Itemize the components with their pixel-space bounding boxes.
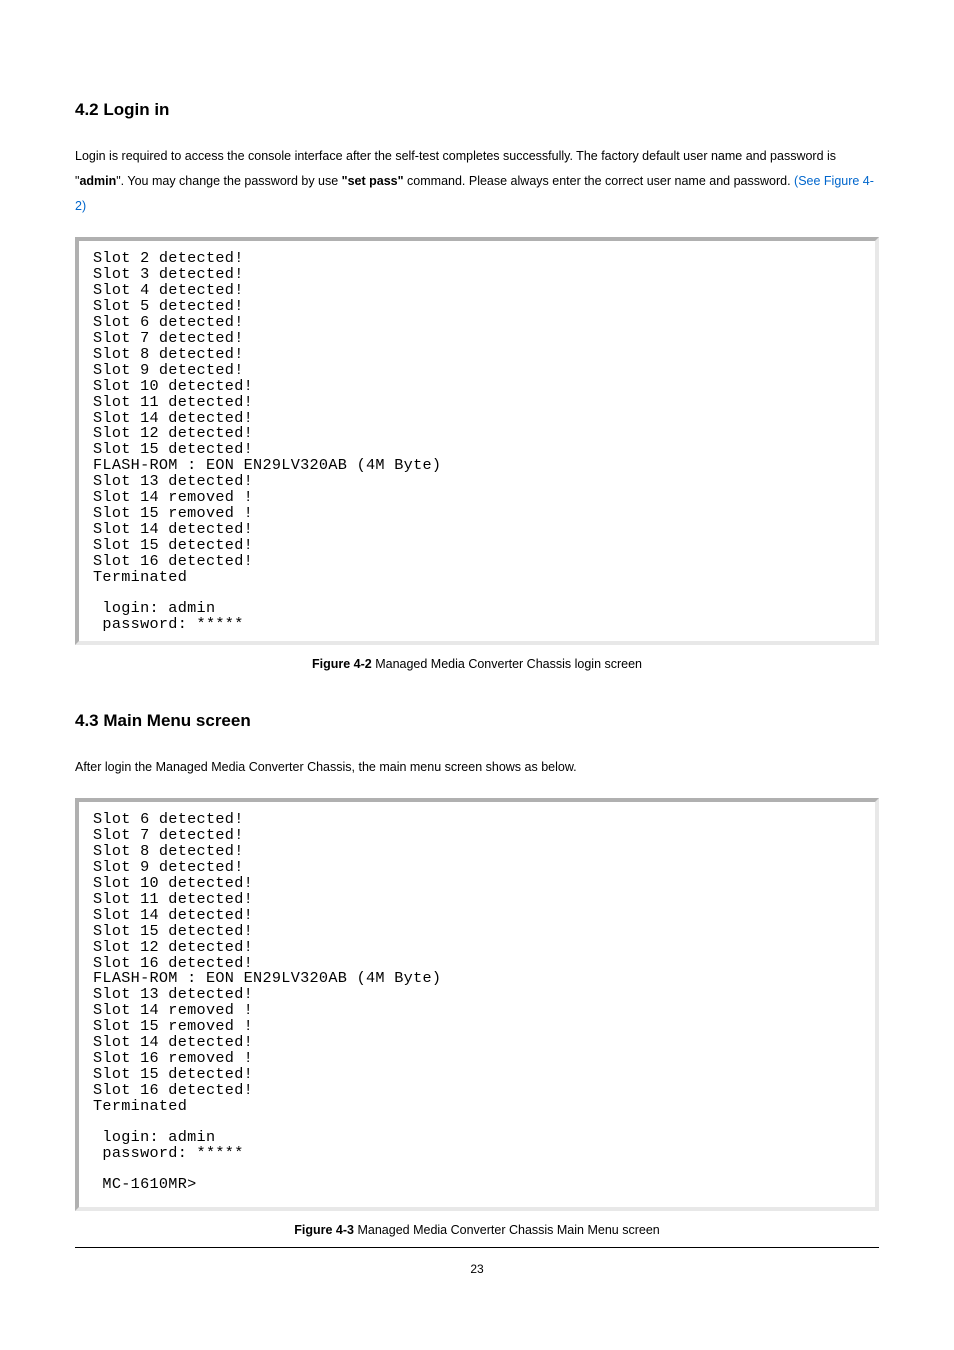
figure-caption-text: Managed Media Converter Chassis login sc…: [372, 657, 642, 671]
terminal-line-password: password: *****: [93, 1146, 861, 1162]
terminal-line: Terminated: [93, 1099, 861, 1115]
terminal-line-prompt: MC-1610MR>: [93, 1177, 861, 1193]
terminal-line: Terminated: [93, 570, 861, 586]
figure-label: Figure 4-2: [312, 657, 372, 671]
paragraph-4-3: After login the Managed Media Converter …: [75, 755, 879, 780]
terminal-line: Slot 16 detected!: [93, 554, 861, 570]
text-bold-set-pass: "set pass": [342, 174, 404, 188]
text-fragment: command. Please always enter the correct…: [404, 174, 794, 188]
figure-label: Figure 4-3: [294, 1223, 354, 1237]
heading-4-3: 4.3 Main Menu screen: [75, 711, 879, 731]
terminal-screenshot-4-3: Slot 6 detected! Slot 7 detected! Slot 8…: [75, 798, 879, 1211]
footer-divider: [75, 1247, 879, 1248]
figure-caption-text: Managed Media Converter Chassis Main Men…: [354, 1223, 660, 1237]
figure-caption-4-3: Figure 4-3 Managed Media Converter Chass…: [75, 1223, 879, 1237]
figure-caption-4-2: Figure 4-2 Managed Media Converter Chass…: [75, 657, 879, 671]
terminal-line-password: password: *****: [93, 617, 861, 633]
text-bold-admin: admin: [79, 174, 116, 188]
page-number: 23: [75, 1262, 879, 1276]
section-4-3: 4.3 Main Menu screen After login the Man…: [75, 711, 879, 1237]
document-page: 4.2 Login in Login is required to access…: [0, 0, 954, 1316]
terminal-blank-line: [93, 1162, 861, 1177]
paragraph-4-2: Login is required to access the console …: [75, 144, 879, 219]
text-fragment: ". You may change the password by use: [116, 174, 341, 188]
terminal-screenshot-4-2: Slot 2 detected! Slot 3 detected! Slot 4…: [75, 237, 879, 645]
heading-4-2: 4.2 Login in: [75, 100, 879, 120]
terminal-line: Slot 16 detected!: [93, 1083, 861, 1099]
